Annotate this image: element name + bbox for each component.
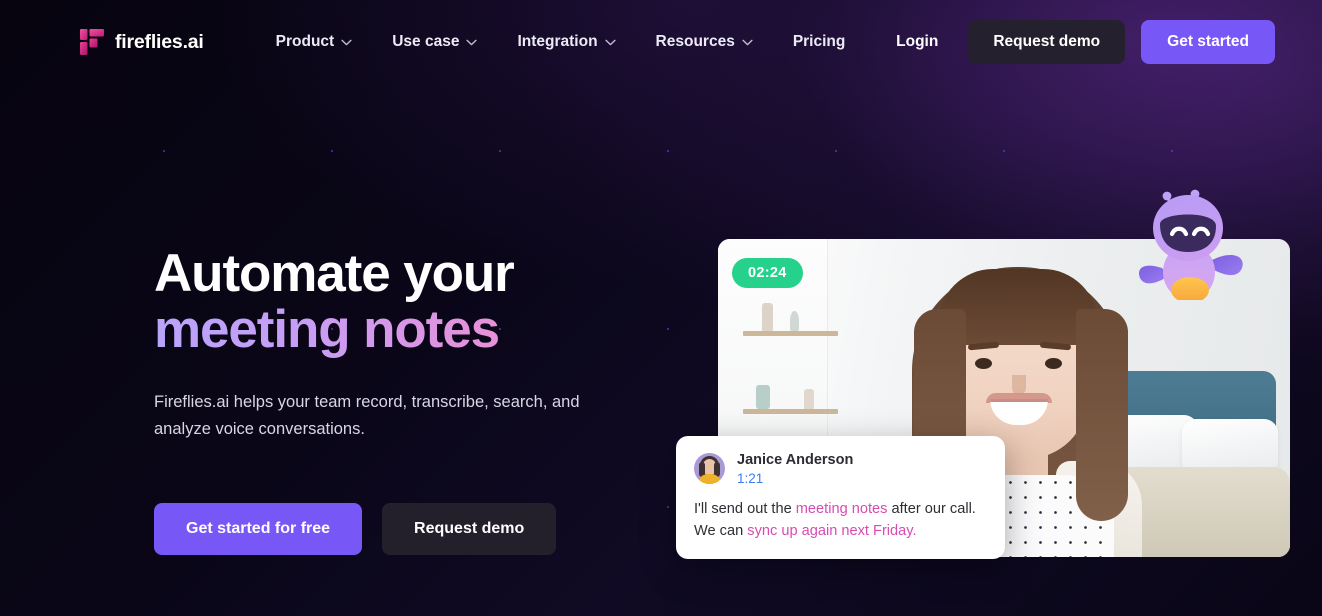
brand-logo[interactable]: fireflies.ai <box>80 29 204 55</box>
nav-item-product[interactable]: Product <box>256 25 373 59</box>
chevron-down-icon <box>604 39 616 45</box>
transcript-timestamp[interactable]: 1:21 <box>737 471 853 486</box>
hero-actions: Get started for free Request demo <box>154 502 674 555</box>
hero-title-line-2: meeting notes <box>154 301 674 358</box>
transcript-line1-pre: I'll send out the <box>694 501 796 518</box>
get-started-for-free-button[interactable]: Get started for free <box>154 502 363 555</box>
transcript-speaker-name: Janice Anderson <box>737 452 854 468</box>
nav-item-integration[interactable]: Integration <box>497 25 635 59</box>
transcript-header: Janice Anderson 1:21 <box>694 451 987 486</box>
get-started-button[interactable]: Get started <box>1141 20 1275 64</box>
nav-item-pricing-label: Pricing <box>792 33 846 50</box>
login-link[interactable]: Login <box>882 25 952 59</box>
primary-navigation: Product Use case Integration Resources P… <box>256 25 866 59</box>
hero-title-line-1: Automate your <box>154 244 515 303</box>
page-title: Automate your meeting notes <box>154 244 674 358</box>
fireflies-robot-mascot-icon <box>1138 189 1243 300</box>
transcript-speaker-meta: Janice Anderson 1:21 <box>737 451 853 486</box>
hero-subtitle: Fireflies.ai helps your team record, tra… <box>154 393 580 439</box>
chevron-down-icon <box>341 39 352 45</box>
request-demo-button[interactable]: Request demo <box>968 20 1126 64</box>
nav-item-resources-label: Resources <box>655 33 735 50</box>
fireflies-f-logo-icon <box>80 29 104 55</box>
header-actions: Login Request demo Get started <box>882 20 1275 64</box>
transcript-bubble[interactable]: Janice Anderson 1:21 I'll send out the m… <box>676 436 1005 559</box>
site-header: fireflies.ai Product Use case Integratio… <box>0 0 1322 84</box>
transcript-link-meeting-notes[interactable]: meeting notes <box>796 501 888 517</box>
transcript-line2-pre: We can <box>694 522 748 539</box>
recording-timer-badge: 02:24 <box>732 258 803 288</box>
nav-item-product-label: Product <box>275 33 335 50</box>
transcript-link-sync-up[interactable]: sync up again next Friday. <box>747 523 916 539</box>
transcript-text: I'll send out the meeting notes after ou… <box>694 499 987 542</box>
landing-page: fireflies.ai Product Use case Integratio… <box>0 0 1322 616</box>
brand-name: fireflies.ai <box>115 30 204 53</box>
nav-item-use-case[interactable]: Use case <box>372 25 497 59</box>
nav-item-resources[interactable]: Resources <box>636 25 773 59</box>
chevron-down-icon <box>742 39 753 45</box>
chevron-down-icon <box>466 39 478 45</box>
nav-item-use-case-label: Use case <box>392 33 460 50</box>
nav-item-pricing[interactable]: Pricing <box>773 25 866 59</box>
hero-copy: Automate your meeting notes Fireflies.ai… <box>154 244 674 555</box>
avatar <box>694 453 725 485</box>
nav-item-integration-label: Integration <box>517 33 598 50</box>
hero-request-demo-button[interactable]: Request demo <box>382 502 557 555</box>
transcript-line1-post: after our call. <box>887 501 976 518</box>
